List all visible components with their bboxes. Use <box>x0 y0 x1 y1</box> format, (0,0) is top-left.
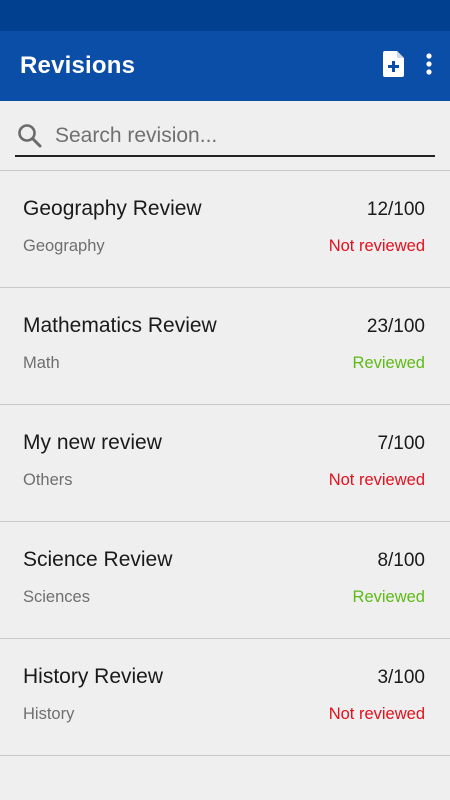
revision-score: 12/100 <box>366 199 425 220</box>
app-bar: Revisions <box>0 31 450 101</box>
status-badge: Not reviewed <box>328 705 425 723</box>
revision-category: Sciences <box>23 588 90 606</box>
status-badge: Reviewed <box>352 354 425 372</box>
new-document-icon <box>382 50 406 83</box>
revision-score: 8/100 <box>377 550 425 571</box>
revision-title: Science Review <box>23 548 173 571</box>
more-vert-icon <box>424 52 434 81</box>
revision-category: Geography <box>23 237 105 255</box>
revision-category: Math <box>23 354 60 372</box>
page-title: Revisions <box>20 52 136 79</box>
revision-score: 3/100 <box>377 667 425 688</box>
revision-title: History Review <box>23 665 164 688</box>
search-box <box>15 117 435 157</box>
revision-score: 23/100 <box>366 316 425 337</box>
list-item[interactable]: Mathematics Review 23/100 Math Reviewed <box>0 288 450 405</box>
list-item[interactable]: Geography Review 12/100 Geography Not re… <box>0 171 450 288</box>
status-bar <box>0 0 450 31</box>
search-icon <box>15 123 49 149</box>
revision-title: Geography Review <box>23 197 202 220</box>
revision-list: Geography Review 12/100 Geography Not re… <box>0 171 450 756</box>
new-revision-button[interactable] <box>382 50 406 83</box>
revision-category: History <box>23 705 75 723</box>
revision-category: Others <box>23 471 73 489</box>
more-options-button[interactable] <box>424 52 434 81</box>
search-bar <box>0 101 450 171</box>
list-item[interactable]: My new review 7/100 Others Not reviewed <box>0 405 450 522</box>
status-badge: Reviewed <box>352 588 425 606</box>
search-input[interactable] <box>49 118 435 154</box>
app-bar-actions <box>382 50 434 83</box>
revision-title: My new review <box>23 431 162 454</box>
revision-score: 7/100 <box>377 433 425 454</box>
status-badge: Not reviewed <box>328 237 425 255</box>
revision-title: Mathematics Review <box>23 314 217 337</box>
list-item[interactable]: History Review 3/100 History Not reviewe… <box>0 639 450 756</box>
list-item[interactable]: Science Review 8/100 Sciences Reviewed <box>0 522 450 639</box>
status-badge: Not reviewed <box>328 471 425 489</box>
